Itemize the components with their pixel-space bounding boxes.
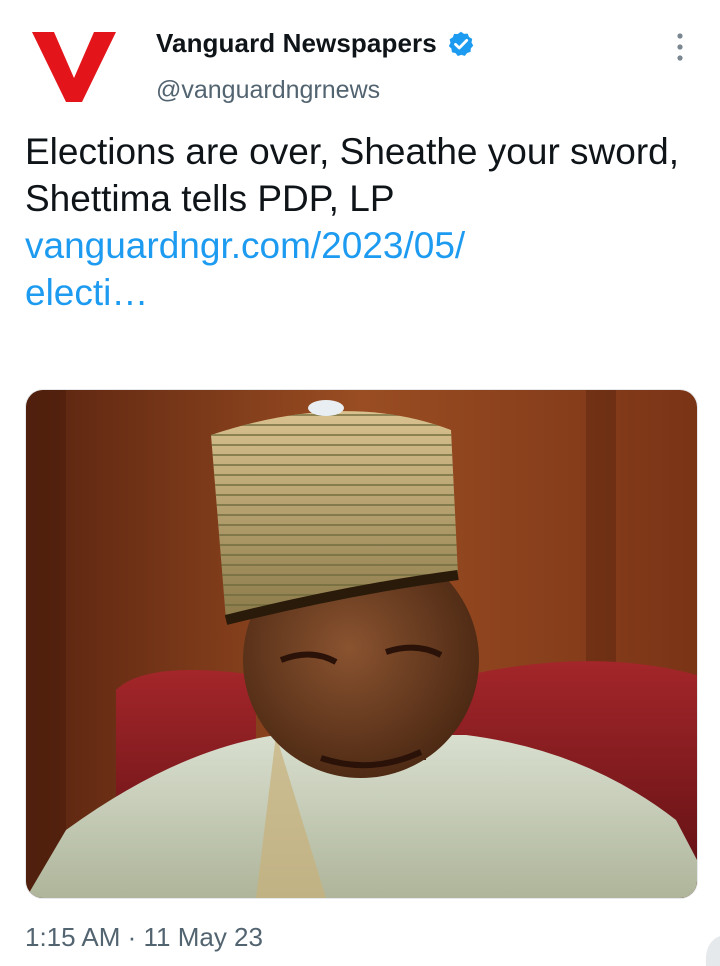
- tweet-link-line-2[interactable]: electi…: [25, 269, 685, 316]
- tweet-header: Vanguard Newspapers @vanguardngrnews: [0, 0, 720, 120]
- vanguard-logo-avatar[interactable]: [28, 26, 120, 106]
- verified-badge-icon: [448, 31, 474, 56]
- tweet-link-line-1[interactable]: vanguardngr.com/2023/05/: [25, 222, 685, 269]
- more-vertical-icon: [677, 33, 683, 61]
- tweet-timestamp[interactable]: 1:15 AM · 11 May 23: [25, 922, 263, 953]
- portrait-photo: [26, 390, 697, 898]
- tweet-body: Elections are over, Sheathe your sword, …: [25, 128, 685, 316]
- tweet-text: Elections are over, Sheathe your sword, …: [25, 131, 680, 219]
- author-display-name[interactable]: Vanguard Newspapers: [156, 28, 437, 59]
- tweet-media-image[interactable]: [25, 389, 698, 899]
- vanguard-logo-icon: [32, 32, 116, 102]
- author-handle[interactable]: @vanguardngrnews: [156, 76, 380, 105]
- corner-bubble-icon: [705, 936, 720, 966]
- more-options-button[interactable]: [660, 30, 700, 64]
- author-name-row[interactable]: Vanguard Newspapers: [156, 28, 475, 59]
